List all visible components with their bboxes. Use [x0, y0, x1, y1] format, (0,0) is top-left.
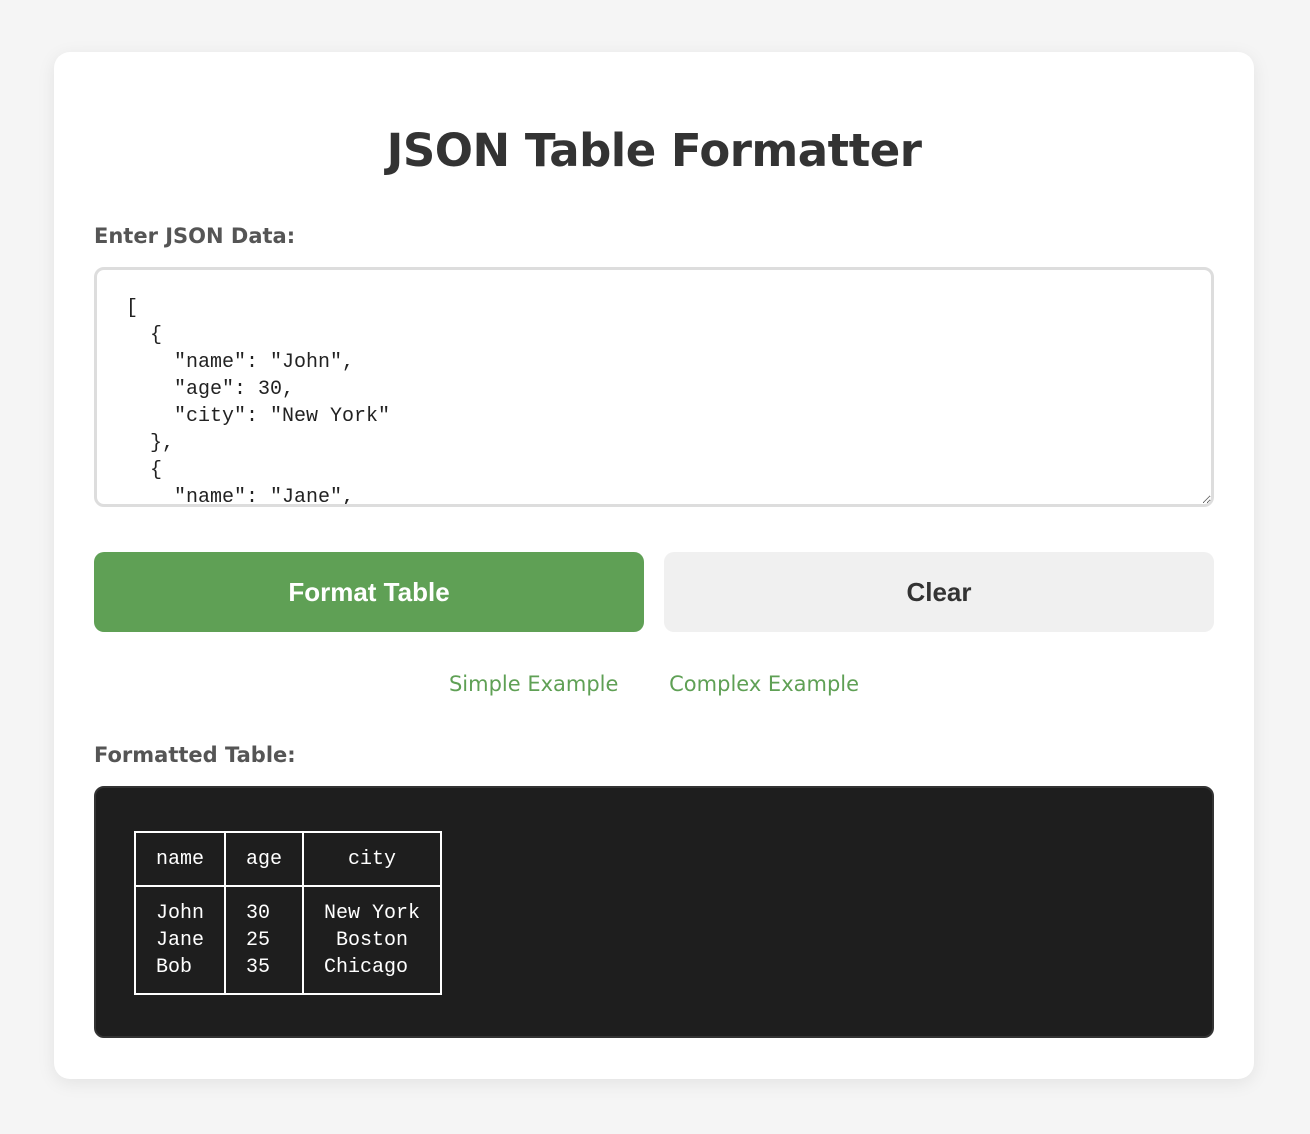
- complex-example-link[interactable]: Complex Example: [669, 672, 859, 696]
- header-city: city: [302, 832, 443, 887]
- table-header-row: name age city: [133, 832, 443, 887]
- column-city-values: New York Boston Chicago: [302, 886, 443, 994]
- json-input[interactable]: [94, 267, 1214, 507]
- table-row: John Jane Bob 30 25 35 New York Boston C…: [133, 886, 443, 994]
- page-title: JSON Table Formatter: [386, 124, 922, 177]
- column-age-values: 30 25 35: [224, 886, 305, 994]
- clear-button[interactable]: Clear: [664, 552, 1214, 632]
- formatted-table-output: name age city John Jane Bob 30 25 35 New…: [94, 786, 1214, 1038]
- header-age: age: [224, 832, 305, 887]
- column-name-values: John Jane Bob: [133, 886, 227, 994]
- json-input-label: Enter JSON Data:: [94, 224, 296, 248]
- formatted-table-label: Formatted Table:: [94, 743, 296, 767]
- formatter-card: JSON Table Formatter Enter JSON Data: Fo…: [54, 52, 1254, 1079]
- example-links: Simple Example Complex Example: [54, 672, 1254, 696]
- format-table-button[interactable]: Format Table: [94, 552, 644, 632]
- result-table: name age city John Jane Bob 30 25 35 New…: [133, 831, 443, 995]
- header-name: name: [133, 832, 227, 887]
- simple-example-link[interactable]: Simple Example: [449, 672, 619, 696]
